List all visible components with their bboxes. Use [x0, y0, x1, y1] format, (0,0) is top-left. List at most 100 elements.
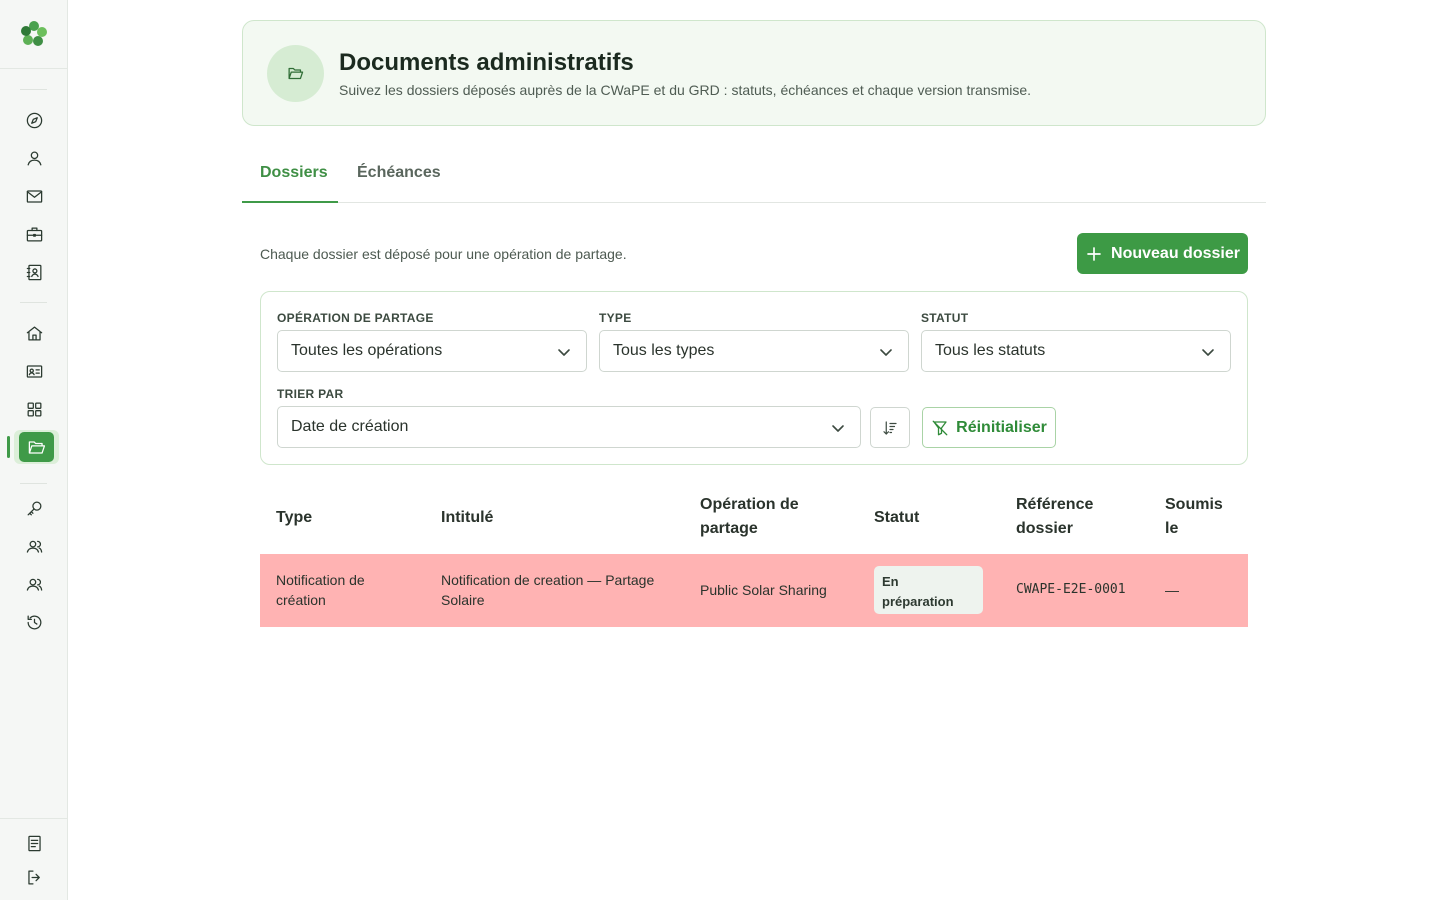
- column-header-reference-line2: dossier: [1016, 520, 1073, 537]
- users-alt-icon: [26, 578, 42, 591]
- sidebar-item-grid[interactable]: [16, 393, 52, 425]
- sidebar-item-id-card[interactable]: [16, 355, 52, 387]
- clover-logo-icon[interactable]: [19, 19, 49, 49]
- cell-type-line1: Notification de: [276, 572, 365, 588]
- operation-select[interactable]: Toutes les opérations: [277, 330, 587, 372]
- column-header-submitted[interactable]: Soumis le: [1165, 493, 1223, 541]
- sort-select[interactable]: Date de création: [277, 406, 861, 448]
- page-header-card: Documents administratifs Suivez les doss…: [242, 20, 1266, 126]
- column-header-operation-line1: Opération de: [700, 496, 799, 513]
- reset-filters-label: Réinitialiser: [956, 418, 1047, 436]
- chevron-down-icon: [880, 349, 892, 356]
- sidebar: [0, 0, 68, 900]
- sidebar-item-notes[interactable]: [16, 827, 52, 859]
- sidebar-item-mail[interactable]: [16, 180, 52, 212]
- tab-bar: Dossiers Échéances: [242, 152, 1266, 203]
- header-icon-circle: [267, 45, 324, 102]
- cell-title-line2: Solaire: [441, 592, 485, 608]
- history-icon: [27, 615, 41, 629]
- sidebar-divider: [20, 89, 47, 90]
- sidebar-item-logout[interactable]: [16, 861, 52, 893]
- sidebar-item-home[interactable]: [16, 317, 52, 349]
- chevron-down-icon: [832, 425, 844, 432]
- id-card-icon: [26, 364, 42, 378]
- sidebar-item-briefcase[interactable]: [16, 218, 52, 250]
- page-title: Documents administratifs: [339, 49, 634, 76]
- sidebar-item-key[interactable]: [16, 492, 52, 524]
- column-header-operation[interactable]: Opération de partage: [700, 493, 799, 541]
- key-icon: [27, 501, 41, 515]
- column-header-status[interactable]: Statut: [874, 506, 919, 530]
- sidebar-item-documents[interactable]: [14, 430, 59, 464]
- cell-type-line2: création: [276, 592, 326, 608]
- column-header-submitted-line1: Soumis: [1165, 496, 1223, 513]
- filter-off-icon: [932, 420, 948, 435]
- status-badge-line1: En: [882, 574, 899, 589]
- column-header-reference-line1: Référence: [1016, 496, 1094, 513]
- tab-dossiers[interactable]: Dossiers: [260, 164, 328, 182]
- column-header-submitted-line2: le: [1165, 520, 1179, 537]
- new-dossier-button[interactable]: Nouveau dossier: [1077, 233, 1248, 274]
- intro-text: Chaque dossier est déposé pour une opéra…: [260, 246, 627, 262]
- cell-title-line1: Notification de creation — Partage: [441, 572, 655, 588]
- column-header-type[interactable]: Type: [276, 506, 312, 530]
- reset-filters-button[interactable]: Réinitialiser: [922, 407, 1056, 448]
- sidebar-divider: [0, 68, 68, 69]
- status-badge: En préparation: [874, 566, 983, 614]
- sidebar-item-users[interactable]: [16, 530, 52, 562]
- sidebar-item-compass[interactable]: [16, 104, 52, 136]
- sidebar-item-history[interactable]: [16, 606, 52, 638]
- type-select[interactable]: Tous les types: [599, 330, 909, 372]
- table-row[interactable]: Notification de création Notification de…: [260, 554, 1248, 627]
- operation-select-value: Toutes les opérations: [291, 342, 443, 359]
- tab-echeances[interactable]: Échéances: [357, 164, 441, 182]
- sort-select-value: Date de création: [291, 418, 409, 435]
- cell-submitted: —: [1165, 582, 1179, 598]
- cell-reference: CWAPE-E2E-0001: [1016, 582, 1126, 597]
- active-tab-indicator: [242, 201, 338, 203]
- operation-filter-label: Opération de partage: [277, 311, 434, 325]
- column-header-reference[interactable]: Référence dossier: [1016, 493, 1093, 541]
- folder-open-icon: [28, 440, 46, 454]
- dossiers-table: Type Intitulé Opération de partage Statu…: [260, 481, 1248, 627]
- filters-panel: Opération de partage Toutes les opératio…: [260, 291, 1248, 465]
- sort-label: Trier par: [277, 387, 344, 401]
- new-dossier-label: Nouveau dossier: [1111, 244, 1240, 262]
- briefcase-icon: [26, 227, 42, 241]
- sidebar-item-team[interactable]: [16, 568, 52, 600]
- folder-open-icon: [288, 67, 304, 80]
- table-header: Type Intitulé Opération de partage Statu…: [260, 481, 1248, 554]
- plus-icon: [1087, 246, 1101, 261]
- sidebar-active-background: [19, 432, 54, 462]
- sort-descending-icon: [883, 420, 897, 435]
- type-select-value: Tous les types: [613, 342, 715, 359]
- user-icon: [27, 151, 41, 165]
- status-select[interactable]: Tous les statuts: [921, 330, 1231, 372]
- chevron-down-icon: [1202, 349, 1214, 356]
- sort-direction-button[interactable]: [870, 407, 910, 448]
- sidebar-active-indicator: [7, 436, 10, 458]
- type-filter-label: Type: [599, 311, 632, 325]
- home-icon: [26, 326, 42, 340]
- sidebar-divider: [20, 483, 47, 484]
- column-header-operation-line2: partage: [700, 520, 758, 537]
- mail-icon: [26, 189, 42, 203]
- sidebar-divider: [20, 302, 47, 303]
- compass-icon: [26, 112, 42, 128]
- logout-icon: [27, 870, 40, 884]
- page-subtitle: Suivez les dossiers déposés auprès de la…: [339, 82, 1032, 98]
- column-header-title[interactable]: Intitulé: [441, 506, 493, 530]
- chevron-down-icon: [558, 349, 570, 356]
- status-badge-line2: préparation: [882, 594, 954, 609]
- notes-icon: [27, 835, 41, 851]
- grid-icon: [27, 402, 41, 416]
- status-filter-label: Statut: [921, 311, 969, 325]
- sidebar-item-user[interactable]: [16, 142, 52, 174]
- contact-book-icon: [26, 264, 41, 280]
- sidebar-divider: [0, 818, 68, 819]
- cell-operation: Public Solar Sharing: [700, 582, 827, 598]
- cell-title: Notification de creation — Partage Solai…: [441, 570, 654, 610]
- cell-type: Notification de création: [276, 570, 365, 610]
- sidebar-item-contacts[interactable]: [16, 256, 52, 288]
- status-select-value: Tous les statuts: [935, 342, 1046, 359]
